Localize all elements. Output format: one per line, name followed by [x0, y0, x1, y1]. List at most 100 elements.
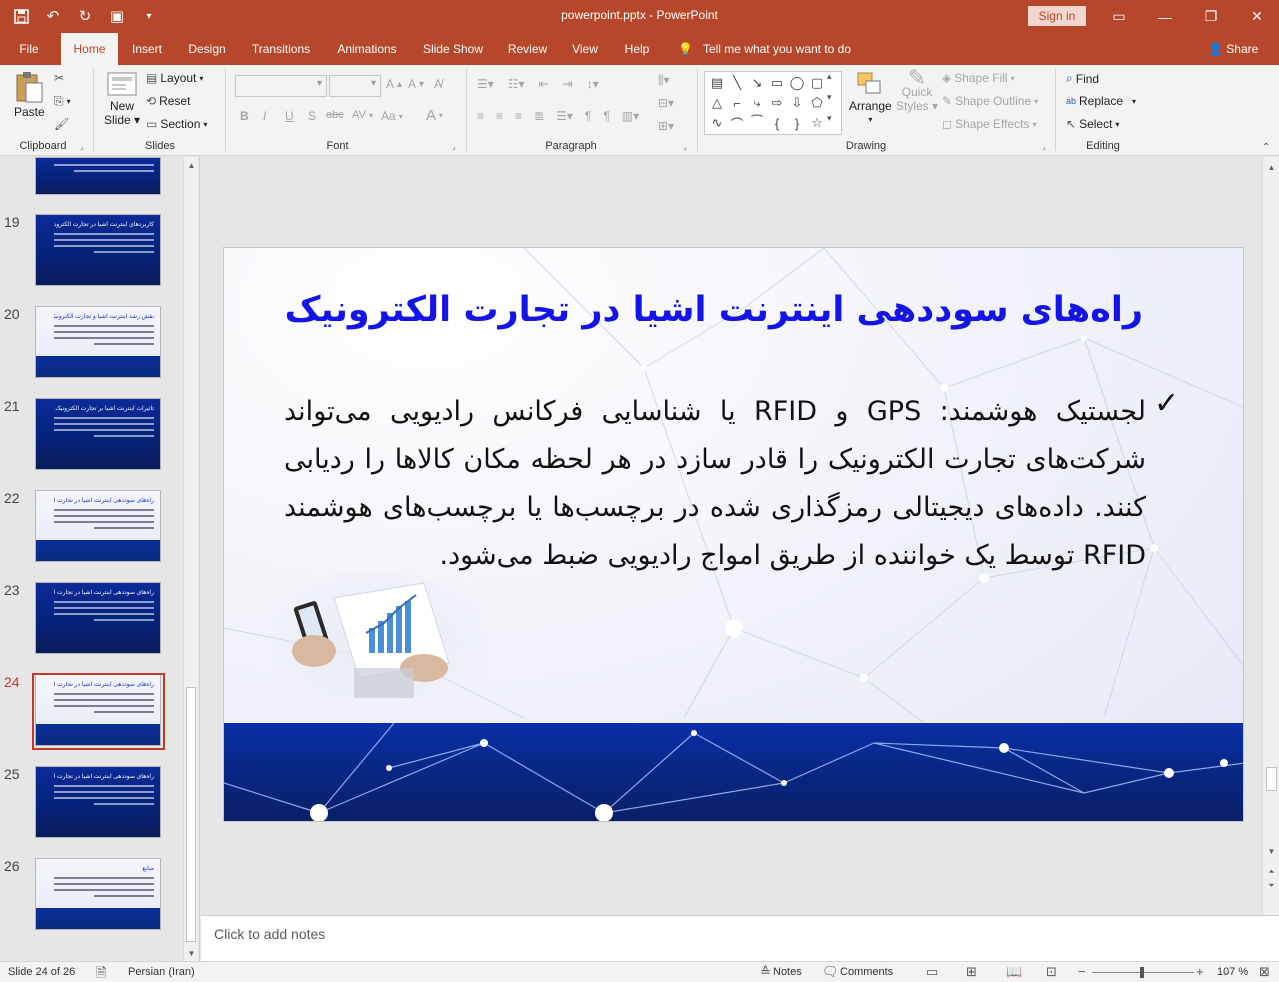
character-spacing-button[interactable]: AV ▾ [352, 109, 373, 121]
sign-in-button[interactable]: Sign in [1028, 6, 1086, 26]
slide-thumbnail[interactable]: کاربردهای اینترنت اشیا در تجارت الکترونی… [35, 214, 161, 286]
new-slide-button[interactable]: New Slide ▾ [104, 71, 140, 127]
distribute-icon[interactable]: ☰▾ [556, 109, 573, 123]
arrow-line-shape-icon[interactable]: ↘ [747, 73, 767, 93]
save-icon[interactable] [8, 5, 34, 27]
quick-styles-button[interactable]: ✎ Quick Styles ▾ [896, 67, 938, 114]
text-direction-icon[interactable]: ⫼▾ [658, 73, 670, 88]
italic-button[interactable]: I [263, 109, 266, 123]
clipboard-launcher-icon[interactable]: ⌟ [80, 142, 84, 151]
right-brace-shape-icon[interactable]: } [787, 113, 807, 133]
section-button[interactable]: ▭ Section ▾ [146, 117, 207, 131]
tell-me-box[interactable]: 💡 Tell me what you want to do [678, 33, 851, 65]
curve-shape-icon[interactable]: ⁀ [747, 113, 767, 133]
select-button[interactable]: ↖ Select ▾ [1066, 117, 1119, 131]
slideshow-view-icon[interactable]: ⊡ [1046, 964, 1057, 980]
scrollbar-thumb[interactable] [186, 687, 196, 942]
align-left-icon[interactable]: ≡ [477, 109, 484, 123]
fit-to-window-icon[interactable]: ⊠ [1259, 964, 1270, 980]
strikethrough-button[interactable]: abc [326, 109, 344, 121]
scrollbar-thumb[interactable] [1266, 767, 1277, 791]
tab-review[interactable]: Review [500, 33, 555, 65]
bullets-icon[interactable]: ☰▾ [477, 77, 494, 91]
zoom-level[interactable]: 107 % [1217, 966, 1248, 978]
line-spacing-icon[interactable]: ↕▾ [587, 77, 599, 91]
slide-thumbnail[interactable]: نقش رشد اینترنت اشیا و تجارت الکترونیک د… [35, 306, 161, 378]
tab-home[interactable]: Home [61, 33, 118, 65]
curved-connector-icon[interactable]: ⤷ [747, 93, 767, 113]
share-button[interactable]: 👤 Share [1208, 33, 1258, 65]
elbow-connector-icon[interactable]: ⌐ [727, 93, 747, 113]
slide-thumbnail[interactable]: تاثیرات اینترنت اشیا بر تجارت الکترونیک [35, 398, 161, 470]
arrange-button[interactable]: Arrange ▾ [849, 71, 892, 124]
next-slide-icon[interactable]: ⏷ [1263, 881, 1279, 891]
tab-insert[interactable]: Insert [124, 33, 170, 65]
shape-outline-button[interactable]: ✎ Shape Outline ▾ [942, 94, 1038, 108]
previous-slide-icon[interactable]: ⏶ [1263, 867, 1279, 877]
slide-thumbnail[interactable]: راه‌های سوددهی اینترنت اشیا در تجارت الک… [35, 582, 161, 654]
font-size-combo[interactable]: ▾ [329, 75, 381, 97]
notes-toggle[interactable]: Notes [773, 966, 802, 978]
arc-shape-icon[interactable]: ⌒ [727, 113, 747, 133]
font-name-combo[interactable]: ▾ [235, 75, 327, 97]
undo-icon[interactable]: ↶ [40, 5, 66, 27]
current-slide[interactable]: راه‌های سوددهی اینترنت اشیا در تجارت الک… [223, 247, 1244, 822]
pentagon-shape-icon[interactable]: ⬠ [807, 93, 827, 113]
ribbon-display-options-icon[interactable]: ▭ [1096, 0, 1142, 33]
shapes-gallery[interactable]: ▤ ╲ ↘ ▭ ◯ ▢ △ ⌐ ⤷ ⇨ ⇩ ⬠ ∿ ⌒ ⁀ { } ☆ [704, 71, 842, 135]
tab-help[interactable]: Help [617, 33, 657, 65]
align-center-icon[interactable]: ≡ [496, 109, 503, 123]
triangle-shape-icon[interactable]: △ [707, 93, 727, 113]
normal-view-icon[interactable]: ▭ [926, 964, 938, 980]
present-icon[interactable]: ▣ [104, 5, 130, 27]
zoom-slider-thumb[interactable] [1140, 967, 1144, 978]
find-button[interactable]: ⌕ Find [1066, 71, 1099, 86]
zoom-out-icon[interactable]: − [1078, 964, 1086, 979]
numbering-icon[interactable]: ☷▾ [508, 77, 525, 91]
comments-icon[interactable]: 🗨 [822, 964, 839, 980]
line-shape-icon[interactable]: ╲ [727, 73, 747, 93]
reset-button[interactable]: ⟲ Reset [146, 94, 190, 108]
customize-icon[interactable]: ▾ [136, 5, 162, 27]
slide-body-text[interactable]: لجستیک هوشمند: GPS و RFID یا شناسایی فرک… [284, 388, 1146, 580]
rtl-icon[interactable]: ¶ [603, 109, 609, 123]
change-case-button[interactable]: Aa ▾ [381, 109, 403, 123]
slide-scrollbar[interactable]: ▲ ▼ ⏶ ⏷ [1262, 157, 1279, 915]
shrink-font-button[interactable]: A ▾ [408, 77, 424, 91]
left-brace-shape-icon[interactable]: { [767, 113, 787, 133]
grow-font-button[interactable]: A ▴ [386, 77, 402, 91]
minimize-icon[interactable]: — [1142, 0, 1188, 33]
shapes-gallery-scroll[interactable]: ▴ ▾ ▾ [827, 71, 832, 124]
scroll-down-icon[interactable]: ▼ [1263, 847, 1279, 856]
textbox-shape-icon[interactable]: ▤ [707, 73, 727, 93]
tab-transitions[interactable]: Transitions [244, 33, 318, 65]
drawing-launcher-icon[interactable]: ⌟ [1042, 142, 1046, 151]
redo-icon[interactable]: ↻ [72, 5, 98, 27]
tab-slide-show[interactable]: Slide Show [418, 33, 488, 65]
tab-file[interactable]: File [8, 33, 50, 65]
restore-icon[interactable]: ❐ [1188, 0, 1234, 33]
scroll-up-icon[interactable]: ▲ [1263, 163, 1279, 172]
right-arrow-shape-icon[interactable]: ⇨ [767, 93, 787, 113]
close-icon[interactable]: ✕ [1234, 0, 1279, 33]
freeform-shape-icon[interactable]: ∿ [707, 113, 727, 133]
spell-check-icon[interactable]: 🗎 [96, 964, 106, 982]
slide-sorter-icon[interactable]: ⊞ [966, 964, 977, 980]
layout-button[interactable]: ▤ Layout ▾ [146, 71, 203, 85]
shape-effects-button[interactable]: ◻ Shape Effects ▾ [942, 117, 1036, 131]
comments-toggle[interactable]: Comments [840, 966, 893, 978]
slide-thumbnail[interactable]: منابع [35, 858, 161, 930]
thumbnail-scrollbar[interactable]: ▲ ▼ [183, 157, 198, 961]
star-shape-icon[interactable]: ☆ [807, 113, 827, 133]
business-charts-photo[interactable] [274, 573, 484, 703]
paragraph-launcher-icon[interactable]: ⌟ [683, 142, 687, 151]
clear-formatting-icon[interactable]: A̸ [434, 77, 442, 91]
columns-icon[interactable]: ▥▾ [622, 109, 639, 123]
scroll-down-icon[interactable]: ▼ [184, 949, 199, 958]
reading-view-icon[interactable]: 📖 [1006, 964, 1022, 980]
down-arrow-shape-icon[interactable]: ⇩ [787, 93, 807, 113]
justify-icon[interactable]: ≣ [534, 109, 544, 123]
slide-title[interactable]: راه‌های سوددهی اینترنت اشیا در تجارت الک… [264, 290, 1143, 330]
smartart-icon[interactable]: ⊞▾ [658, 119, 674, 133]
underline-button[interactable]: U [285, 109, 294, 123]
